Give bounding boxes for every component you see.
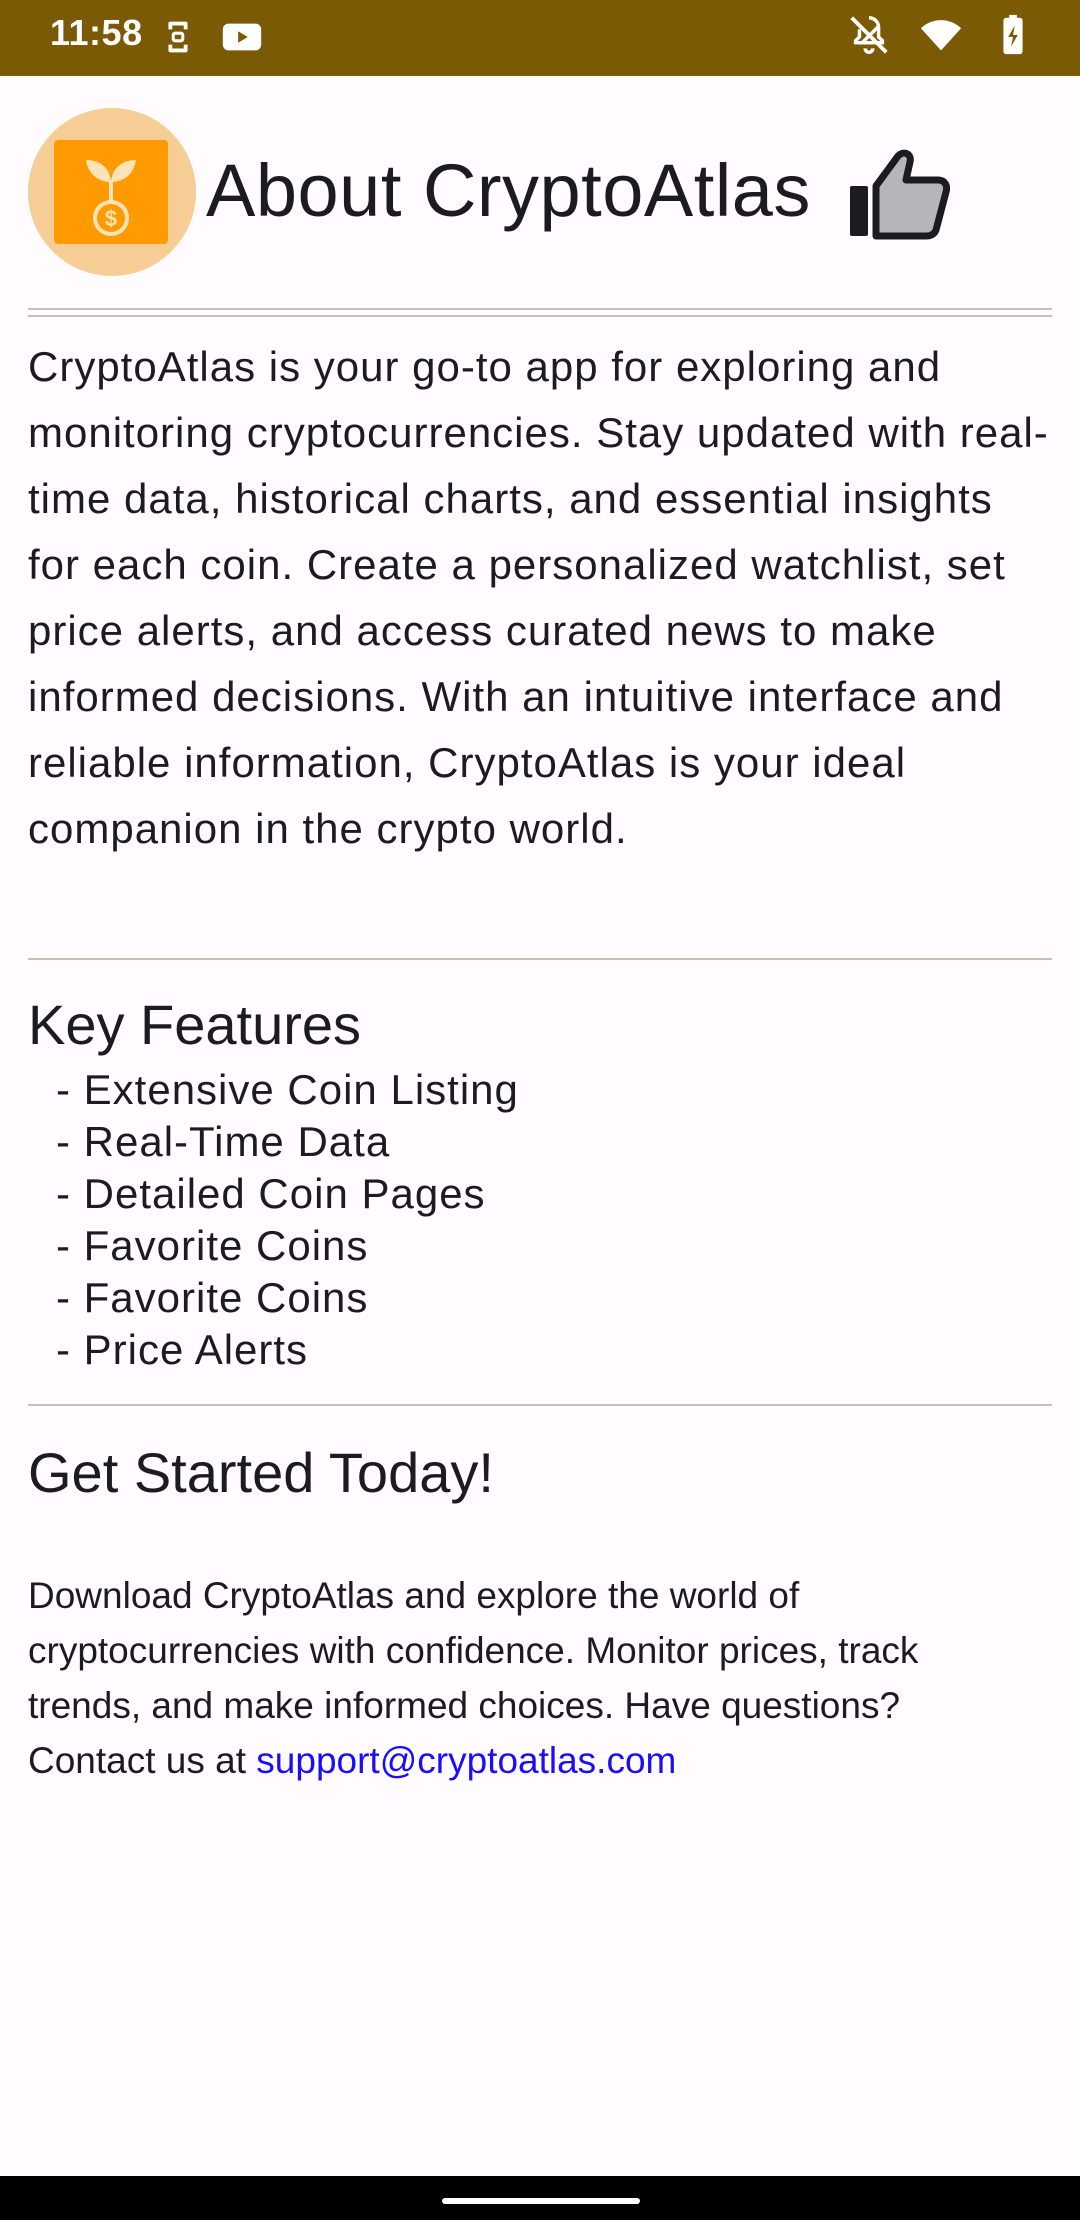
about-description: CryptoAtlas is your go-to app for explor… (28, 334, 1052, 862)
status-bar: 11:58 (0, 0, 1080, 76)
wifi-icon (920, 20, 962, 51)
about-text: CryptoAtlas is your go-to app for explor… (28, 343, 1049, 852)
about-header: $ About CryptoAtlas (28, 76, 1052, 304)
features-title: Key Features (28, 993, 362, 1056)
about-content: $ About CryptoAtlas CryptoAtlas is your … (28, 76, 1052, 1781)
features-list: - Extensive Coin Listing - Real-Time Dat… (56, 1064, 519, 1376)
svg-text:$: $ (105, 206, 117, 231)
page-title: About CryptoAtlas (206, 149, 811, 232)
status-left-icons (155, 14, 265, 60)
feature-item: - Favorite Coins (56, 1274, 369, 1321)
get-started-title: Get Started Today! (28, 1441, 494, 1504)
status-time: 11:58 (50, 12, 143, 53)
battery-charging-icon (1003, 14, 1023, 55)
navigation-bar (0, 2176, 1080, 2220)
feature-item: - Real-Time Data (56, 1118, 391, 1165)
get-started-text: Download CryptoAtlas and explore the wor… (28, 1568, 1028, 1788)
feature-item: - Price Alerts (56, 1326, 309, 1373)
feature-item: - Detailed Coin Pages (56, 1170, 486, 1217)
youtube-icon (222, 23, 262, 51)
features-divider (28, 1404, 1052, 1406)
screenshot-icon (168, 21, 188, 53)
feature-item: - Favorite Coins (56, 1222, 369, 1269)
plant-coin-icon: $ (86, 160, 136, 236)
home-indicator[interactable] (442, 2198, 640, 2204)
about-divider (28, 958, 1052, 960)
status-right-icons (846, 12, 1036, 58)
logo-square: $ (54, 140, 168, 244)
title-divider (28, 308, 1052, 317)
feature-item: - Extensive Coin Listing (56, 1066, 519, 1113)
thumbs-up-icon (850, 149, 950, 240)
notifications-off-icon (850, 16, 888, 54)
app-logo: $ (28, 108, 196, 276)
support-email-link[interactable]: support@cryptoatlas.com (256, 1740, 676, 1781)
